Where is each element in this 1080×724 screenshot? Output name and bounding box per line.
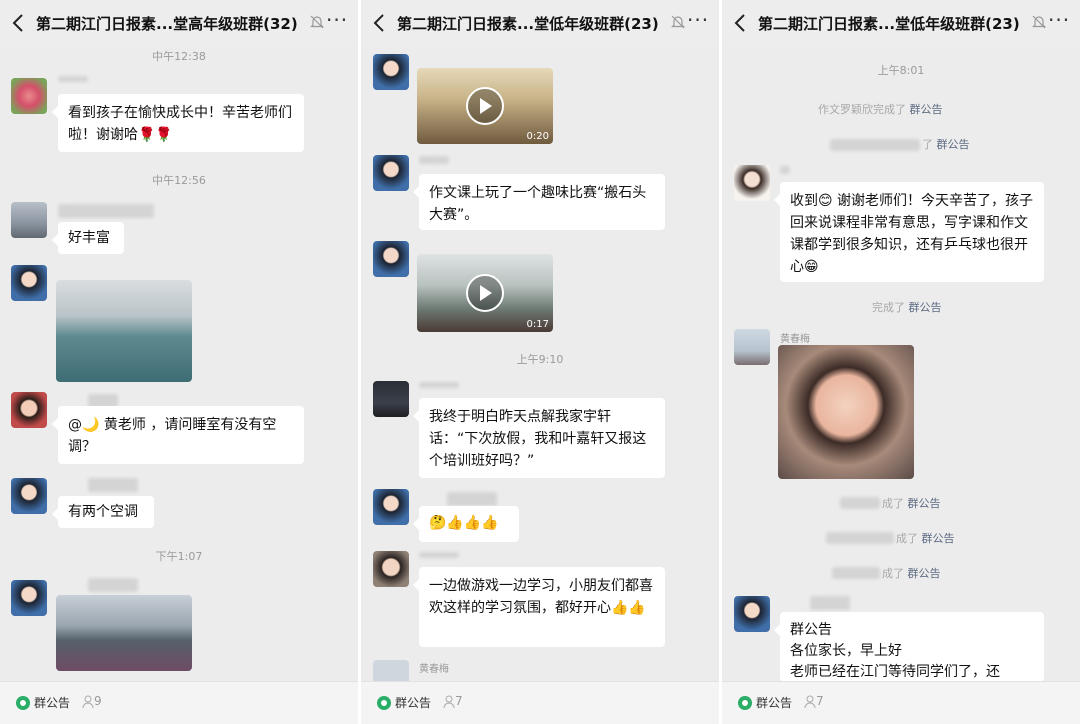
chat-panel-2: 第二期江门日报素...堂低年级班群(23) ··· 0:20 作文课上玩了一个趣…	[361, 0, 719, 724]
more-options-icon[interactable]: ···	[1048, 10, 1070, 32]
system-notice: 成了 群公告	[882, 567, 941, 580]
sender-name-blurred	[419, 382, 459, 388]
chat-footer: 群公告 7	[722, 681, 1080, 724]
video-message[interactable]: 0:20	[417, 68, 553, 144]
more-options-icon[interactable]: ···	[326, 10, 348, 32]
sender-name-blurred	[88, 578, 138, 592]
system-notice: 了 群公告	[922, 138, 970, 151]
chat-footer: 群公告 7	[361, 681, 719, 724]
mute-bell-icon	[671, 15, 685, 29]
timestamp: 上午8:01	[877, 64, 925, 77]
group-notice-link[interactable]: 群公告	[756, 694, 792, 711]
message-bubble[interactable]: @🌙 黄老师 ，请问睡室有没有空调？	[52, 406, 304, 464]
sender-name-blurred	[88, 478, 138, 492]
group-notice-link[interactable]: 群公告	[395, 694, 431, 711]
video-message[interactable]: 0:17	[417, 254, 553, 332]
mute-bell-icon	[1032, 15, 1046, 29]
mute-bell-icon	[310, 15, 324, 29]
chat-footer: 群公告 9	[0, 681, 358, 724]
chat-panel-1: 第二期江门日报素...堂高年级班群(32) ··· 中午12:38 看到孩子在愉…	[0, 0, 358, 724]
blurred-text	[826, 532, 894, 544]
avatar-child[interactable]	[373, 155, 409, 191]
chat-header: 第二期江门日报素...堂低年级班群(23) ···	[361, 0, 719, 46]
avatar-girl[interactable]	[11, 392, 47, 428]
avatar-child[interactable]	[11, 478, 47, 514]
avatar-child[interactable]	[373, 489, 409, 525]
group-notice-link[interactable]: 群公告	[34, 694, 70, 711]
message-bubble[interactable]: 🤔👍👍👍	[413, 506, 519, 542]
system-notice: 完成了 群公告	[872, 301, 942, 314]
message-bubble[interactable]: 收到😊 谢谢老师们！今天辛苦了，孩子回来说课程非常有意思，写字课和作文课都学到很…	[774, 182, 1044, 282]
chat-title: 第二期江门日报素...堂低年级班群(23)	[397, 15, 659, 33]
message-bubble[interactable]: 作文课上玩了一个趣味比赛“搬石头大赛”。	[413, 174, 665, 230]
avatar-child[interactable]	[11, 580, 47, 616]
person-icon	[443, 695, 455, 709]
avatar-rose[interactable]	[11, 78, 47, 114]
timestamp: 中午12:38	[152, 50, 206, 63]
sender-name-blurred	[447, 492, 497, 506]
sender-name-blurred	[780, 166, 790, 174]
back-arrow-icon[interactable]	[10, 12, 28, 34]
person-icon	[82, 695, 94, 709]
avatar-landscape[interactable]	[11, 202, 47, 238]
chat-header: 第二期江门日报素...堂低年级班群(23) ···	[722, 0, 1080, 46]
timestamp: 中午12:56	[152, 174, 206, 187]
sender-name-blurred	[419, 156, 449, 164]
message-bubble[interactable]: 好丰富	[52, 222, 124, 254]
timestamp: 上午9:10	[516, 353, 564, 366]
video-duration: 0:20	[526, 131, 549, 142]
avatar-child[interactable]	[11, 265, 47, 301]
sender-name-blurred	[58, 76, 88, 82]
notice-bubble[interactable]: 群公告 各位家长，早上好 老师已经在江门等待同学们了，还	[774, 612, 1044, 682]
avatar-woman[interactable]	[373, 551, 409, 587]
back-arrow-icon[interactable]	[732, 12, 750, 34]
sender-name-blurred	[810, 596, 850, 610]
video-duration: 0:17	[526, 319, 549, 330]
sender-name: 黄春梅	[419, 664, 449, 675]
chat-header: 第二期江门日报素...堂高年级班群(32) ···	[0, 0, 358, 46]
blurred-text	[840, 497, 880, 509]
screenshot-collage: 第二期江门日报素...堂高年级班群(32) ··· 中午12:38 看到孩子在愉…	[0, 0, 1080, 724]
image-swimming-pool[interactable]	[56, 280, 192, 382]
avatar-child[interactable]	[373, 54, 409, 90]
message-bubble[interactable]: 一边做游戏一边学习，小朋友们都喜欢这样的学习氛围，都好开心👍👍	[413, 567, 665, 647]
notice-icon[interactable]	[377, 696, 391, 710]
message-bubble[interactable]: 看到孩子在愉快成长中！辛苦老师们啦！谢谢哈🌹🌹	[52, 94, 304, 152]
more-options-icon[interactable]: ···	[687, 10, 709, 32]
image-child-photo[interactable]	[778, 345, 914, 479]
sender-name: 黄春梅	[780, 334, 810, 345]
image-dormitory[interactable]	[56, 595, 192, 671]
system-notice: 成了 群公告	[882, 497, 941, 510]
member-count: 7	[455, 694, 463, 708]
notice-icon[interactable]	[16, 696, 30, 710]
sender-name-blurred	[419, 552, 459, 558]
person-icon	[804, 695, 816, 709]
play-icon[interactable]	[466, 274, 504, 312]
avatar-child[interactable]	[734, 596, 770, 632]
message-bubble[interactable]: 我终于明白昨天点解我家宇轩话：“下次放假，我和叶嘉轩又报这个培训班好吗？”	[413, 398, 665, 478]
avatar-scenery[interactable]	[734, 329, 770, 365]
chat-panel-3: 第二期江门日报素...堂低年级班群(23) ··· 上午8:01 作文罗颖欣完成…	[722, 0, 1080, 724]
avatar-night[interactable]	[373, 381, 409, 417]
blurred-text	[832, 567, 880, 579]
system-notice: 成了 群公告	[896, 532, 955, 545]
avatar-child[interactable]	[373, 241, 409, 277]
chat-title: 第二期江门日报素...堂低年级班群(23)	[758, 15, 1020, 33]
sender-name-blurred	[58, 204, 154, 218]
message-bubble[interactable]: 有两个空调	[52, 496, 154, 528]
notice-icon[interactable]	[738, 696, 752, 710]
chat-title: 第二期江门日报素...堂高年级班群(32)	[36, 15, 298, 33]
play-icon[interactable]	[466, 87, 504, 125]
back-arrow-icon[interactable]	[371, 12, 389, 34]
timestamp: 下午1:07	[155, 550, 203, 563]
blurred-text	[830, 139, 920, 151]
system-notice: 作文罗颖欣完成了 群公告	[818, 103, 943, 116]
avatar-lady[interactable]	[734, 165, 770, 201]
member-count: 9	[94, 694, 102, 708]
member-count: 7	[816, 694, 824, 708]
